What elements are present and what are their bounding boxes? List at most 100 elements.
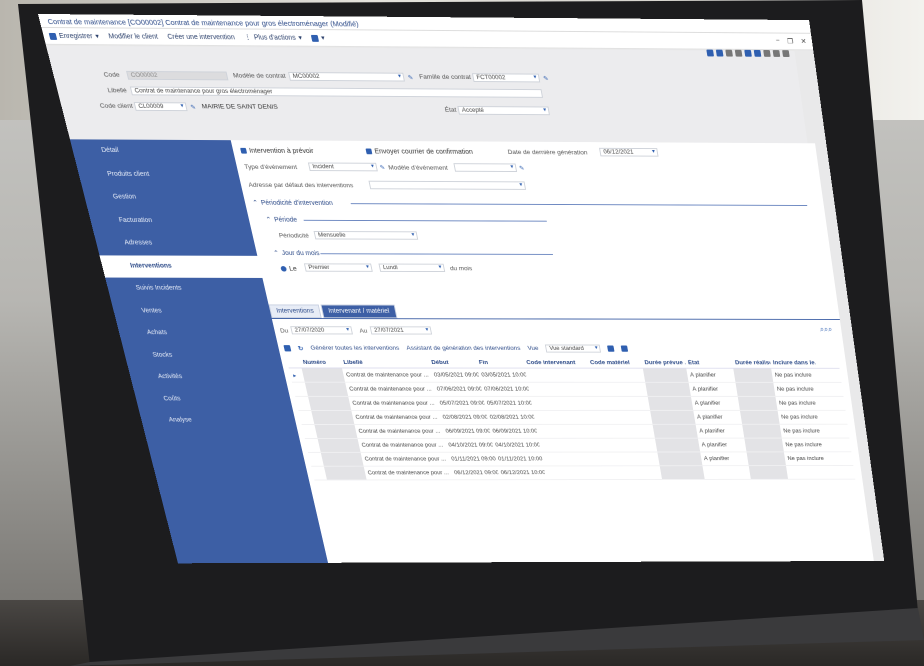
more-actions-button[interactable]: ⋮ Plus d'actions ▾: [243, 33, 303, 42]
edit-pencil-icon[interactable]: ✎: [379, 164, 386, 172]
column-header[interactable]: Fin: [476, 359, 525, 365]
edit-pencil-icon[interactable]: ✎: [190, 103, 197, 111]
table-row[interactable]: Contrat de maintenance pour ... 02/08/202…: [298, 410, 848, 425]
redo-icon[interactable]: [734, 49, 743, 57]
attach-icon[interactable]: [744, 49, 752, 57]
etat-cell: À planifier: [701, 442, 728, 449]
sidebar-item[interactable]: Facturation: [88, 209, 252, 232]
save-button[interactable]: Enregistrer ▾: [48, 32, 100, 40]
column-header[interactable]: Inclure dans le...: [770, 359, 815, 365]
edit-pencil-icon[interactable]: ✎: [543, 75, 549, 83]
search-icon[interactable]: ⌕⌕⌕: [819, 325, 832, 334]
sidebar-item[interactable]: Suivis Incidents: [105, 278, 267, 301]
edit-client-button[interactable]: Modifier le client: [108, 33, 159, 40]
sidebar-item[interactable]: Ventes: [111, 300, 273, 323]
etat-select[interactable]: Accepté: [457, 105, 550, 116]
date-generation-field[interactable]: 06/12/2021: [599, 147, 659, 157]
column-header[interactable]: Code matériel: [587, 359, 643, 365]
tab-interventions[interactable]: Interventions: [268, 304, 322, 319]
vue-select[interactable]: Vue standard: [545, 344, 602, 353]
interventions-grid: Numéro Libellé Début Fin Code intervenant Cod…: [286, 356, 856, 481]
undo-icon[interactable]: [725, 49, 733, 57]
table-row[interactable]: Contrat de maintenance pour ... 06/12/202…: [311, 465, 856, 481]
sidebar-item[interactable]: Gestion: [82, 186, 247, 210]
edit-pencil-icon[interactable]: ✎: [519, 164, 525, 172]
vue-label: Vue: [527, 345, 540, 352]
table-row[interactable]: Contrat de maintenance pour ... 01/11/202…: [308, 452, 854, 467]
create-intervention-button[interactable]: Créer une intervention: [167, 33, 236, 40]
column-header[interactable]: Code intervenant: [523, 359, 588, 365]
au-date-field[interactable]: 27/07/2021: [369, 326, 433, 335]
table-row[interactable]: Contrat de maintenance pour ... 07/06/202…: [292, 382, 844, 397]
column-header[interactable]: Durée prévue ...: [641, 359, 686, 365]
table-row[interactable]: Contrat de maintenance pour ... 04/10/202…: [304, 438, 852, 453]
sidebar-item[interactable]: Adresses: [94, 232, 258, 255]
maximize-button[interactable]: ❐: [787, 38, 794, 45]
table-row[interactable]: ▸ Contrat de maintenance pour ... 03/05/20…: [288, 368, 842, 383]
tab-intervenant-materiel[interactable]: Intervenant / matériel: [320, 304, 398, 319]
du-date-field[interactable]: 27/07/2020: [290, 326, 353, 335]
type-evenement-select[interactable]: Incident: [307, 162, 378, 172]
assistant-button[interactable]: Assistant de génération des intervention…: [406, 345, 521, 351]
libelle-cell: Contrat de maintenance pour ...: [345, 371, 430, 379]
delete-icon[interactable]: [283, 345, 292, 352]
sidebar-item[interactable]: Interventions: [99, 254, 263, 278]
jour-select[interactable]: Lundi: [378, 263, 446, 273]
periodicite-section[interactable]: ⌃ Périodicité d'intervention: [252, 199, 813, 209]
adresse-select[interactable]: [368, 180, 527, 190]
minimize-button[interactable]: −: [775, 37, 780, 45]
column-header[interactable]: Numéro: [300, 359, 342, 365]
sidebar-item[interactable]: Stocks: [122, 344, 283, 366]
libelle-cell: Contrat de maintenance pour ...: [364, 456, 447, 463]
intervention-prevue-checkbox[interactable]: Intervention à prévoir: [240, 146, 314, 155]
close-button[interactable]: ✕: [800, 38, 807, 46]
inclure-cell: Ne pas inclure: [782, 428, 821, 435]
column-header[interactable]: Libellé: [340, 359, 429, 365]
duree-realisee-cell: [739, 410, 780, 424]
edit-pencil-icon[interactable]: ✎: [407, 74, 414, 82]
tab-bar: Interventions Intervenant / matériel: [268, 304, 398, 319]
famille-select[interactable]: FCT00002: [471, 73, 541, 83]
fin-cell: 02/08/2021 10:00: [489, 414, 535, 421]
sidebar-item[interactable]: Produits client: [76, 163, 242, 187]
refresh-icon[interactable]: ↻: [297, 345, 304, 352]
trash-icon[interactable]: [753, 49, 762, 57]
next-icon[interactable]: [772, 50, 781, 57]
sidebar-item[interactable]: Coûts: [133, 388, 292, 410]
modele-select[interactable]: MC00002: [288, 71, 405, 82]
column-header[interactable]: Durée réalisée ...: [732, 359, 771, 365]
grid-export-icon[interactable]: [620, 345, 629, 352]
sidebar-item[interactable]: Détail: [70, 139, 236, 163]
prev-icon[interactable]: [763, 49, 771, 57]
table-row[interactable]: Contrat de maintenance pour ... 06/09/202…: [301, 424, 850, 439]
print-icon[interactable]: [706, 49, 715, 57]
modele-evenement-select[interactable]: [453, 163, 518, 172]
fin-cell: 01/11/2021 10:00: [497, 456, 543, 463]
column-header[interactable]: Début: [428, 359, 477, 365]
debut-cell: 07/06/2021 09:00: [436, 386, 483, 393]
document-menu-button[interactable]: ▾: [310, 34, 325, 42]
generate-all-button[interactable]: Générer toutes les interventions: [310, 345, 400, 351]
jour-section[interactable]: ⌃ Jour du mois: [273, 249, 554, 257]
numero-cell: [308, 396, 352, 411]
chevron-up-icon: ⌃: [265, 216, 273, 224]
duree-realisee-cell: [746, 452, 786, 466]
help-icon[interactable]: [782, 50, 790, 57]
code-field[interactable]: CO00002: [126, 70, 229, 81]
save-icon: [48, 32, 58, 40]
grid-settings-icon[interactable]: [607, 345, 615, 352]
column-header[interactable]: État: [685, 359, 733, 365]
libelle-field[interactable]: Contrat de maintenance pour gros électro…: [129, 86, 544, 98]
table-row[interactable]: Contrat de maintenance pour ... 05/07/202…: [295, 396, 846, 411]
delete-icon[interactable]: [715, 49, 724, 57]
envoyer-courrier-checkbox[interactable]: Envoyer courrier de confirmation: [365, 147, 473, 156]
debut-cell: 04/10/2021 09:00: [447, 442, 494, 449]
periode-section[interactable]: ⌃ Période: [265, 216, 547, 224]
sidebar-item[interactable]: Analyse: [139, 410, 298, 432]
periodicite-select[interactable]: Mensuelle: [313, 231, 419, 240]
client-select[interactable]: CL00009: [133, 102, 188, 112]
sidebar-item[interactable]: Achats: [117, 322, 278, 344]
sidebar-item[interactable]: Activités: [128, 366, 288, 388]
le-radio[interactable]: Le: [280, 264, 298, 273]
le-select[interactable]: Premier: [303, 263, 373, 272]
